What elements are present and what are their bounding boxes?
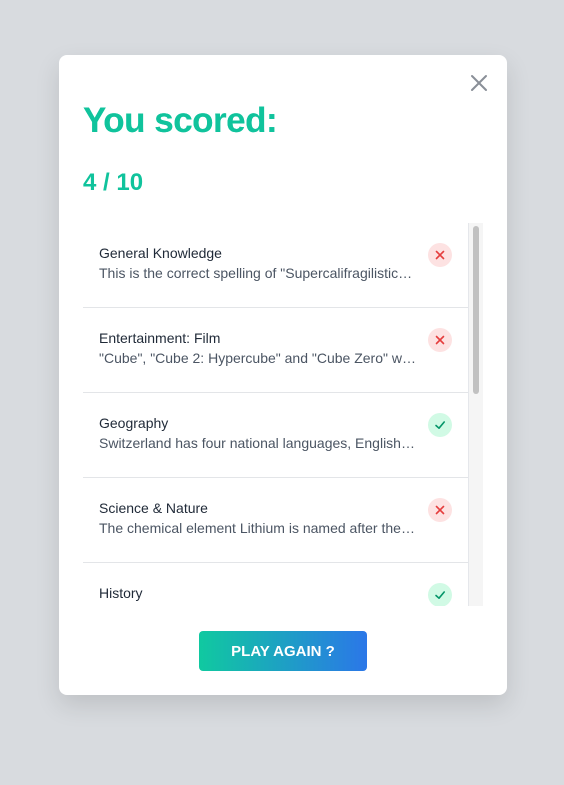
score-value: 4 / 10 <box>83 169 144 196</box>
item-question: Switzerland has four national languages,… <box>99 435 417 451</box>
item-category: General Knowledge <box>99 245 222 261</box>
item-question: "Cube", "Cube 2: Hypercube" and "Cube Ze… <box>99 350 417 366</box>
x-icon <box>428 328 452 352</box>
scrollbar-thumb[interactable] <box>473 226 479 394</box>
list-item: Entertainment: Film "Cube", "Cube 2: Hype… <box>83 308 468 393</box>
item-category: History <box>99 585 143 601</box>
list-item: General Knowledge This is the correct spe… <box>83 223 468 308</box>
item-category: Geography <box>99 415 169 431</box>
list-item: History <box>83 563 468 606</box>
item-category: Science & Nature <box>99 500 208 516</box>
item-question: The chemical element Lithium is named af… <box>99 520 417 536</box>
results-list: General Knowledge This is the correct spe… <box>83 223 483 606</box>
list-item: Geography Switzerland has four national l… <box>83 393 468 478</box>
list-item: Science & Nature The chemical element Lit… <box>83 478 468 563</box>
x-icon <box>428 498 452 522</box>
results-list-content: General Knowledge This is the correct spe… <box>83 223 468 606</box>
modal-title: You scored: <box>83 101 278 140</box>
scrollbar[interactable] <box>468 223 483 606</box>
x-icon <box>428 243 452 267</box>
item-category: Entertainment: Film <box>99 330 221 346</box>
play-again-button[interactable]: PLAY AGAIN ? <box>199 631 367 671</box>
item-question: This is the correct spelling of "Superca… <box>99 265 417 281</box>
close-icon[interactable] <box>469 73 489 93</box>
results-modal: You scored: 4 / 10 General Knowledge This… <box>59 55 507 695</box>
check-icon <box>428 413 452 437</box>
check-icon <box>428 583 452 606</box>
